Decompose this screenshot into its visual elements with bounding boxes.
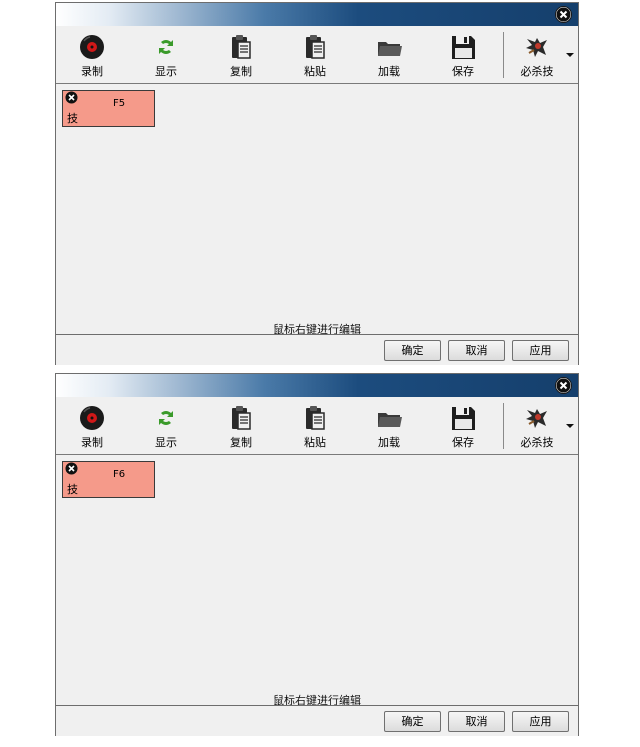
show-label: 显示	[155, 436, 177, 449]
special-move-label: 必杀技	[520, 65, 554, 78]
save-label: 保存	[452, 436, 474, 449]
close-icon	[556, 378, 571, 393]
record-label: 录制	[81, 436, 103, 449]
apply-button[interactable]: 应用	[512, 711, 569, 732]
copy-label: 复制	[230, 436, 252, 449]
record-disc-icon	[80, 406, 104, 430]
paste-button[interactable]: 粘贴	[285, 397, 345, 454]
cancel-button[interactable]: 取消	[448, 340, 505, 361]
dropdown-arrow-icon[interactable]	[566, 51, 574, 59]
close-button[interactable]	[555, 6, 572, 23]
ok-button[interactable]: 确定	[384, 340, 441, 361]
paste-button[interactable]: 粘贴	[285, 26, 345, 83]
load-label: 加载	[378, 436, 400, 449]
macro-editor-window-1: 录制 显示 复制 粘贴 加载 保存 必杀技 技 F5 鼠标右键进行编辑 确定 取…	[55, 2, 579, 365]
key-item-key: F6	[113, 469, 126, 480]
macro-canvas[interactable]: 技 F6 鼠标右键进行编辑	[56, 455, 578, 707]
load-label: 加载	[378, 65, 400, 78]
remove-key-icon[interactable]	[65, 91, 78, 104]
refresh-arrows-icon	[159, 40, 173, 54]
toolbar-separator	[503, 32, 504, 78]
record-button[interactable]: 录制	[62, 397, 122, 454]
close-icon	[556, 7, 571, 22]
paste-label: 粘贴	[304, 436, 326, 449]
folder-icon	[378, 42, 402, 56]
key-item-name: 技	[67, 483, 78, 496]
folder-icon	[378, 413, 402, 427]
macro-canvas[interactable]: 技 F5 鼠标右键进行编辑	[56, 84, 578, 336]
record-button[interactable]: 录制	[62, 26, 122, 83]
footer-bar: 确定 取消 应用	[56, 705, 578, 736]
clipboard-icon	[232, 35, 251, 59]
paste-clipboard-icon	[306, 406, 325, 430]
save-button[interactable]: 保存	[433, 26, 493, 83]
toolbar: 录制 显示 复制 粘贴 加载 保存 必杀技	[56, 26, 578, 84]
title-bar	[56, 374, 578, 397]
special-move-icon	[526, 409, 547, 428]
key-item-key: F5	[113, 98, 126, 109]
refresh-arrows-icon	[159, 411, 173, 425]
macro-editor-window-2: 录制 显示 复制 粘贴 加载 保存 必杀技 技 F6 鼠标右键进行编辑 确定 取…	[55, 373, 579, 736]
special-move-label: 必杀技	[520, 436, 554, 449]
footer-bar: 确定 取消 应用	[56, 334, 578, 365]
special-move-icon	[526, 38, 547, 57]
key-item[interactable]: 技 F6	[62, 461, 155, 498]
remove-key-icon[interactable]	[65, 462, 78, 475]
save-label: 保存	[452, 65, 474, 78]
show-label: 显示	[155, 65, 177, 78]
show-button[interactable]: 显示	[136, 397, 196, 454]
toolbar-separator	[503, 403, 504, 449]
floppy-disk-icon	[452, 407, 475, 430]
load-button[interactable]: 加载	[359, 26, 419, 83]
close-button[interactable]	[555, 377, 572, 394]
paste-clipboard-icon	[306, 35, 325, 59]
toolbar: 录制 显示 复制 粘贴 加载 保存 必杀技	[56, 397, 578, 455]
key-item-name: 技	[67, 112, 78, 125]
save-button[interactable]: 保存	[433, 397, 493, 454]
ok-button[interactable]: 确定	[384, 711, 441, 732]
dropdown-arrow-icon[interactable]	[566, 422, 574, 430]
load-button[interactable]: 加载	[359, 397, 419, 454]
show-button[interactable]: 显示	[136, 26, 196, 83]
clipboard-icon	[232, 406, 251, 430]
copy-button[interactable]: 复制	[211, 397, 271, 454]
key-item[interactable]: 技 F5	[62, 90, 155, 127]
record-disc-icon	[80, 35, 104, 59]
apply-button[interactable]: 应用	[512, 340, 569, 361]
copy-label: 复制	[230, 65, 252, 78]
special-move-button[interactable]: 必杀技	[507, 26, 567, 83]
floppy-disk-icon	[452, 36, 475, 59]
record-label: 录制	[81, 65, 103, 78]
cancel-button[interactable]: 取消	[448, 711, 505, 732]
copy-button[interactable]: 复制	[211, 26, 271, 83]
title-bar	[56, 3, 578, 26]
special-move-button[interactable]: 必杀技	[507, 397, 567, 454]
paste-label: 粘贴	[304, 65, 326, 78]
